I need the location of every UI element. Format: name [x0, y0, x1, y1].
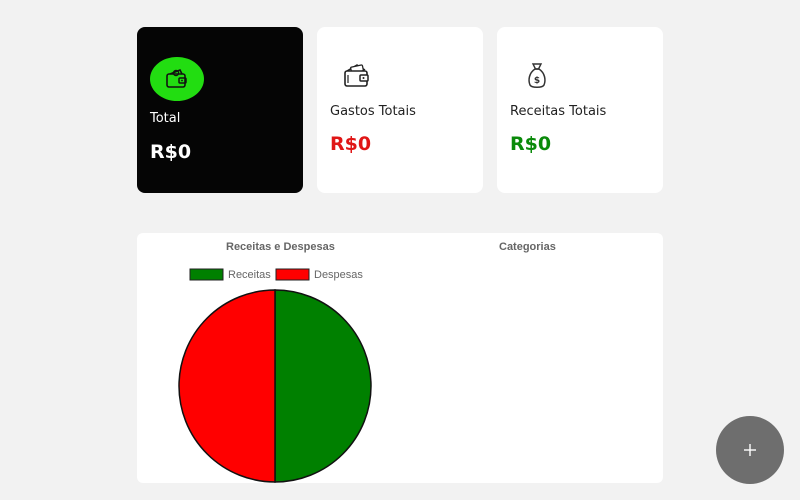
money-bag-icon: $ — [522, 61, 552, 91]
total-card: Total R$0 — [137, 27, 303, 193]
plus-icon — [744, 444, 756, 456]
wallet-icon — [150, 57, 204, 101]
income-value: R$0 — [510, 133, 552, 155]
income-card: $ Receitas Totais R$0 — [497, 27, 663, 193]
income-label: Receitas Totais — [510, 104, 607, 119]
pie-slice-despesas[interactable] — [178, 289, 276, 483]
wallet-cash-icon — [342, 61, 372, 91]
add-transaction-button[interactable] — [716, 416, 784, 484]
legend-label-receitas[interactable]: Receitas — [228, 269, 271, 281]
legend-swatch-despesas[interactable] — [275, 268, 310, 281]
legend-label-despesas[interactable]: Despesas — [314, 269, 363, 281]
total-value: R$0 — [150, 141, 192, 163]
expenses-label: Gastos Totais — [330, 104, 416, 119]
pie-chart: Receitas Despesas — [178, 268, 372, 483]
total-label: Total — [150, 111, 181, 126]
pie-slice-receitas[interactable] — [274, 289, 372, 483]
expenses-value: R$0 — [330, 133, 372, 155]
svg-text:$: $ — [534, 76, 540, 86]
charts-panel: Receitas e Despesas Categorias Receitas D… — [137, 233, 663, 483]
legend-swatch-receitas[interactable] — [189, 268, 224, 281]
expenses-card: Gastos Totais R$0 — [317, 27, 483, 193]
